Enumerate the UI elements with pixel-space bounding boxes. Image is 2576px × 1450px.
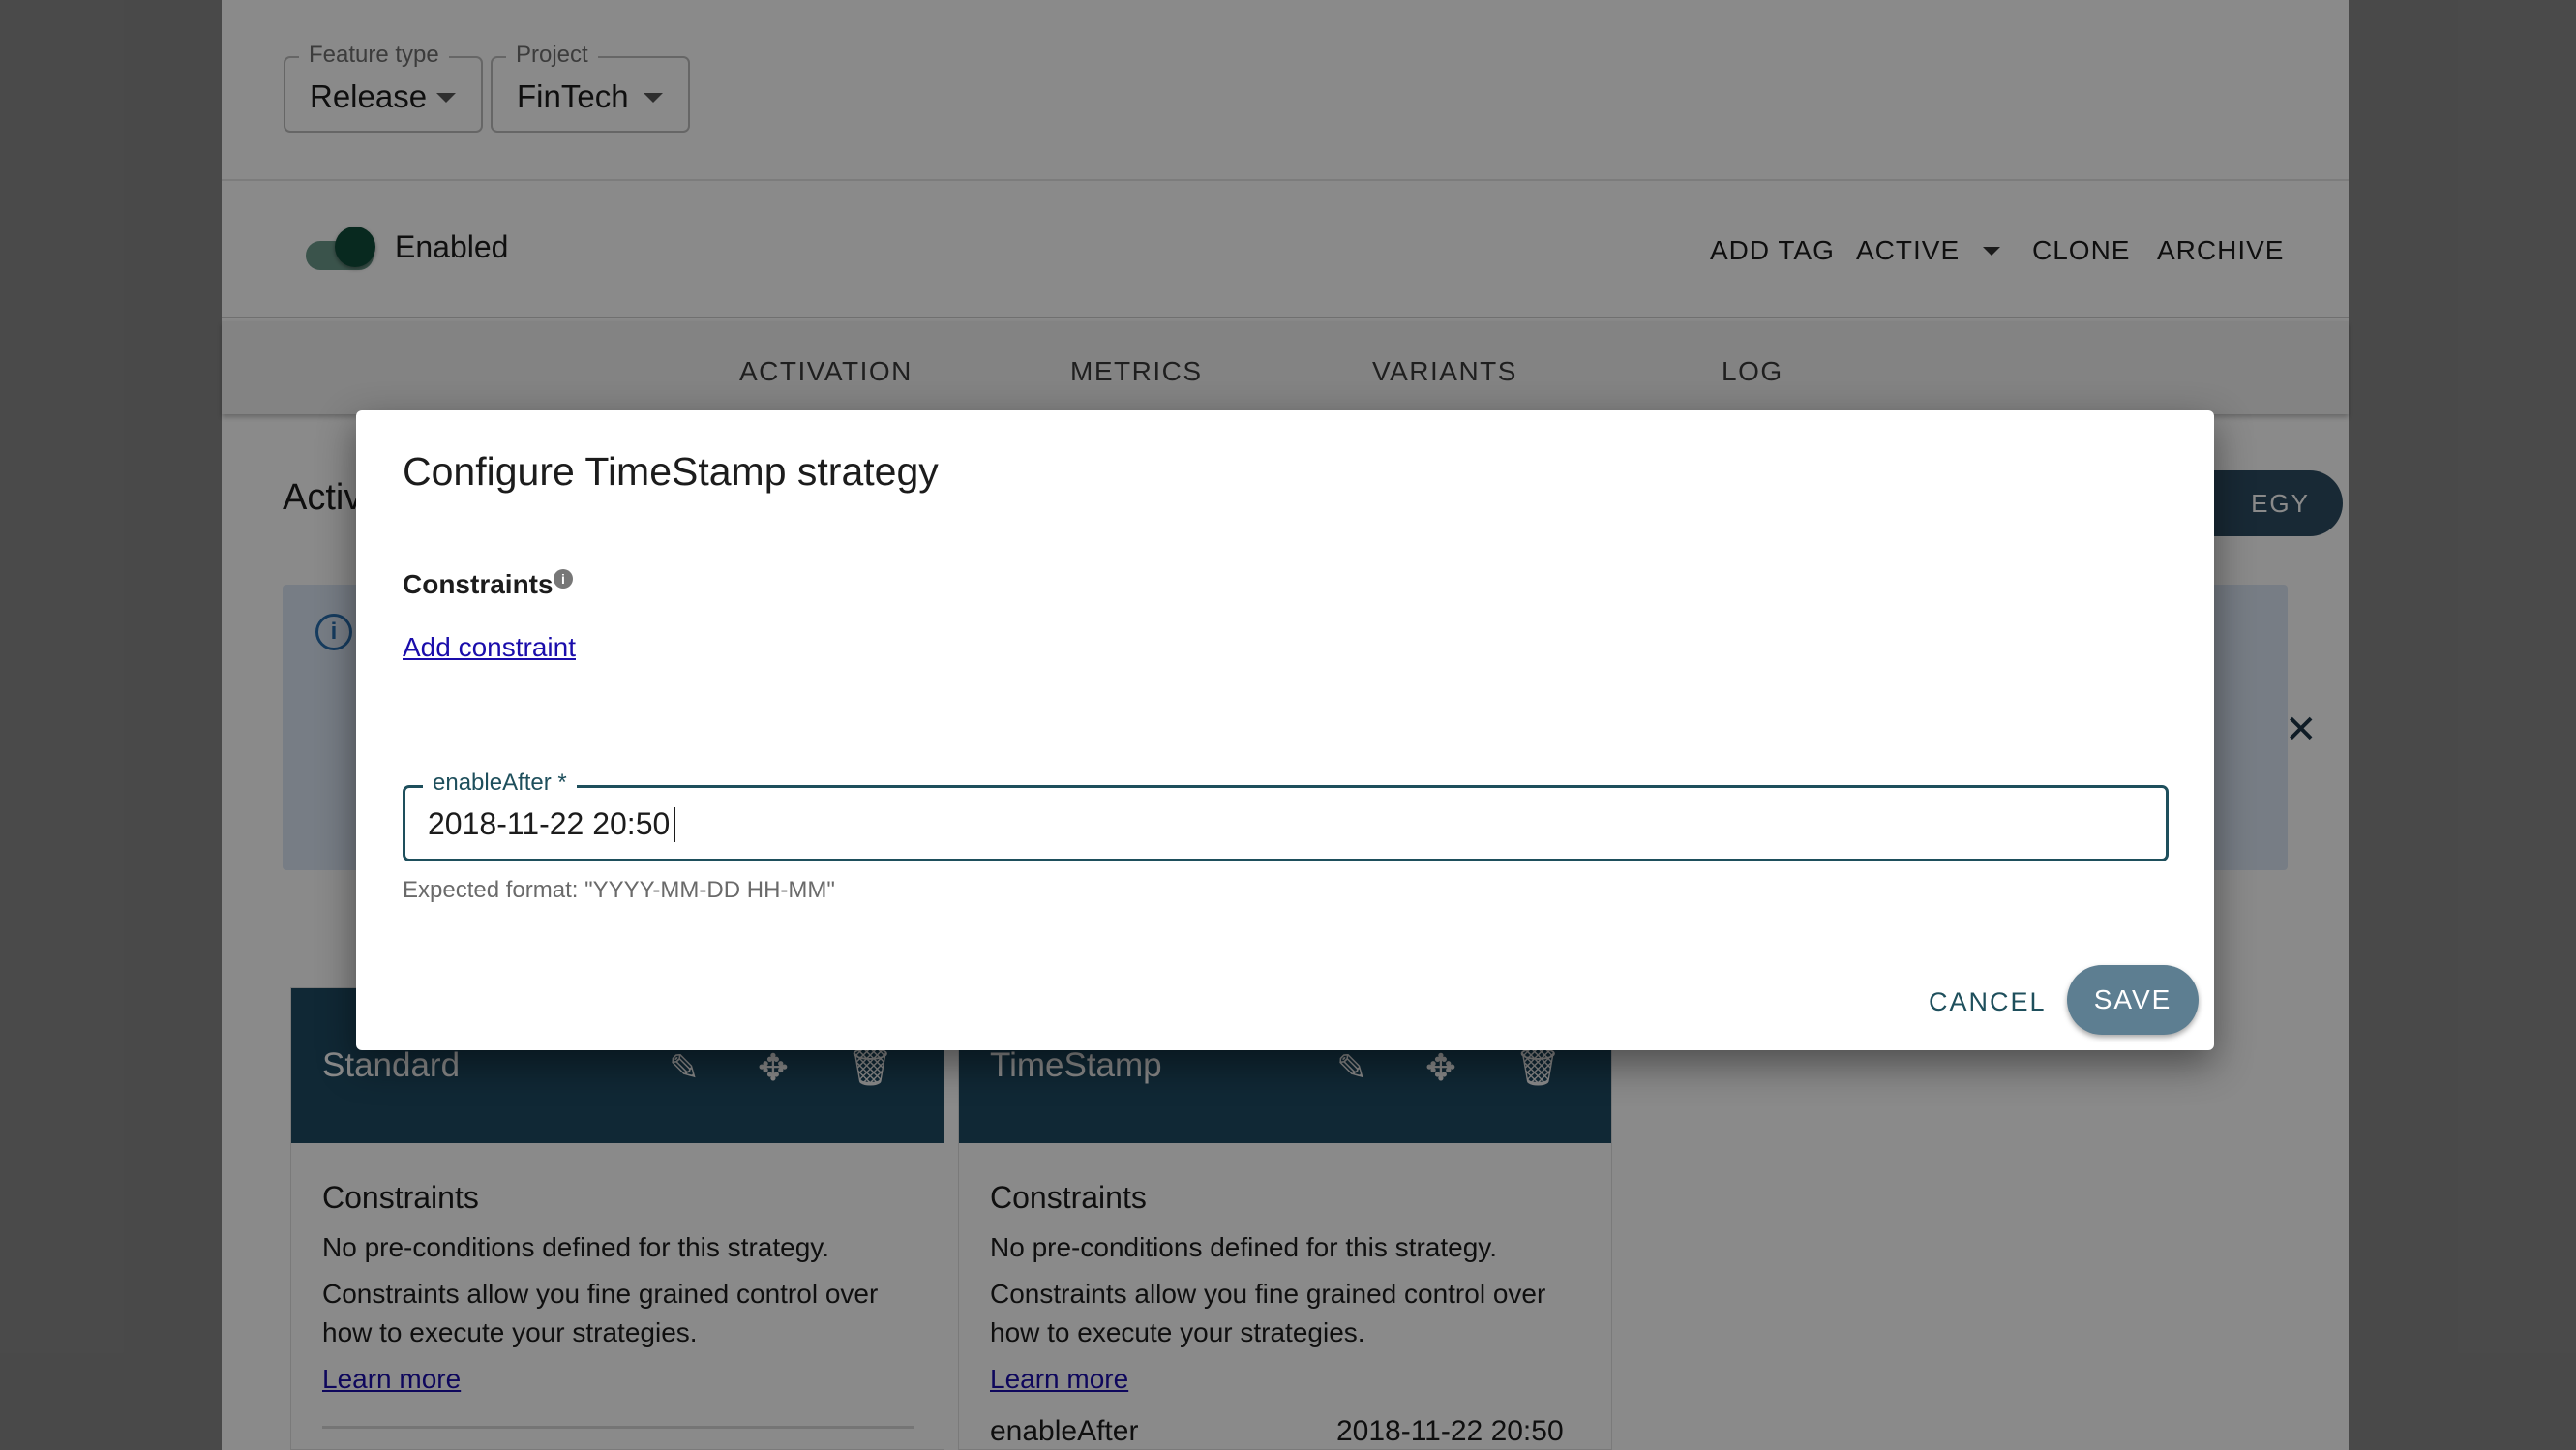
format-helper-text: Expected format: "YYYY-MM-DD HH-MM" bbox=[403, 877, 835, 903]
help-icon[interactable]: i bbox=[554, 569, 573, 589]
enable-after-field[interactable]: enableAfter * bbox=[403, 770, 2169, 861]
constraints-label: Constraints bbox=[403, 569, 554, 599]
configure-strategy-dialog: Configure TimeStamp strategy Constraints… bbox=[356, 410, 2214, 1050]
enable-after-label: enableAfter * bbox=[423, 770, 577, 797]
add-constraint-link[interactable]: Add constraint bbox=[403, 632, 576, 663]
save-button[interactable]: SAVE bbox=[2067, 965, 2199, 1035]
dialog-title: Configure TimeStamp strategy bbox=[403, 449, 939, 494]
text-cursor bbox=[674, 807, 675, 842]
cancel-button[interactable]: CANCEL bbox=[1929, 987, 2047, 1017]
enable-after-input[interactable] bbox=[428, 803, 2131, 844]
